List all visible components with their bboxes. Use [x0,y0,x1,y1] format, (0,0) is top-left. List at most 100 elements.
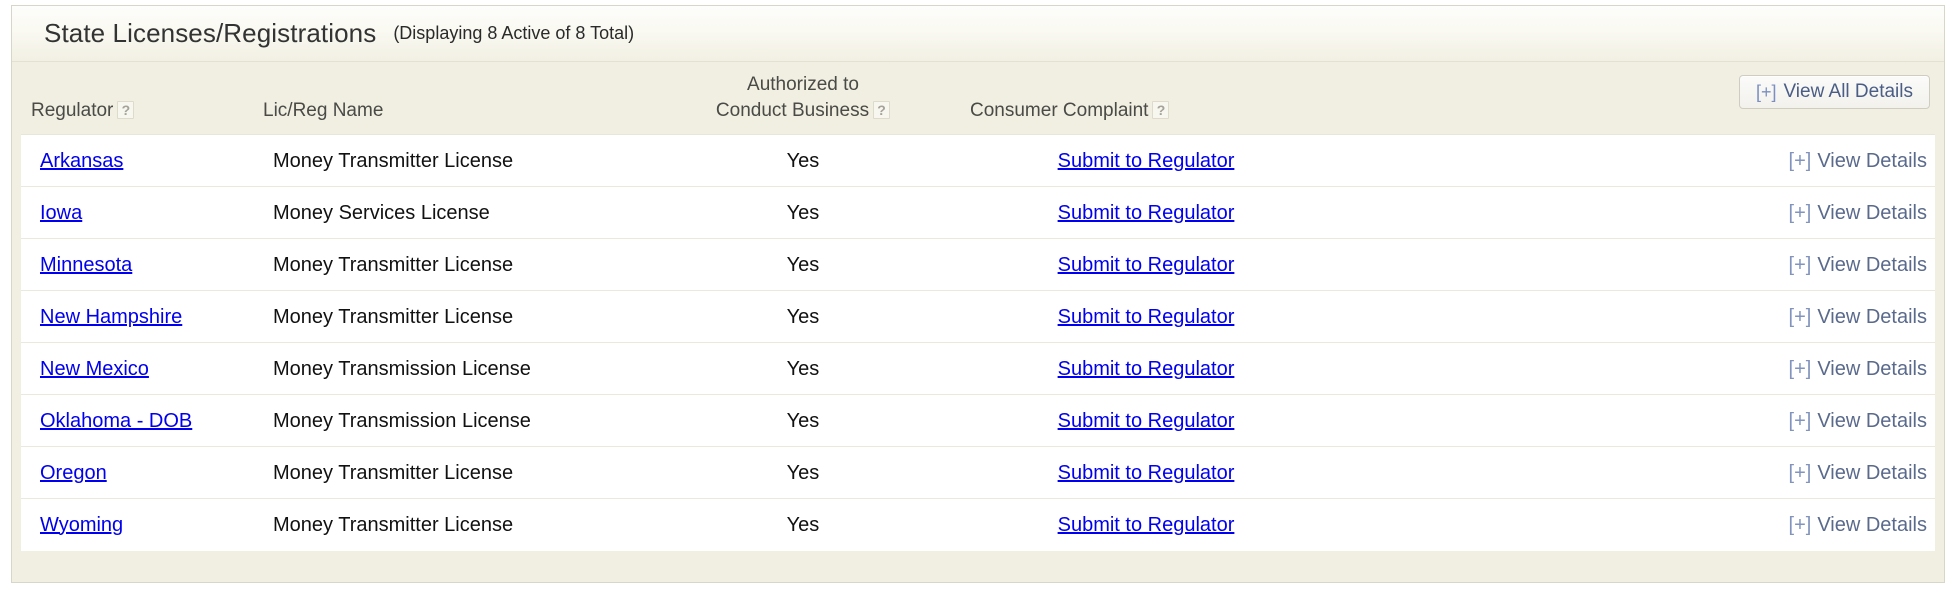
regulator-link[interactable]: Iowa [40,202,82,225]
cell-view-details[interactable]: [+] View Details [1789,447,1927,499]
cell-consumer-complaint: Submit to Regulator [986,239,1306,291]
panel-titlebar: State Licenses/Registrations (Displaying… [12,6,1944,62]
view-all-details-button-label: View All Details [1783,81,1913,102]
cell-authorized: Yes [786,149,820,172]
view-details-link[interactable]: [+] View Details [1789,306,1927,329]
submit-to-regulator-link[interactable]: Submit to Regulator [1058,254,1235,277]
cell-view-details[interactable]: [+] View Details [1789,343,1927,395]
view-details-label: View Details [1817,201,1927,224]
submit-to-regulator-link[interactable]: Submit to Regulator [1058,358,1235,381]
column-header-consumer-complaint: Consumer Complaint? [970,98,1170,124]
table-row: New Mexico Money Transmission License Yes S… [21,343,1935,395]
license-table-body: Arkansas Money Transmitter License Yes Subm… [21,134,1935,551]
regulator-link[interactable]: New Hampshire [40,306,182,329]
submit-to-regulator-link[interactable]: Submit to Regulator [1058,410,1235,433]
column-header-consumer-complaint-label: Consumer Complaint [970,100,1149,121]
view-details-label: View Details [1817,357,1927,380]
view-details-label: View Details [1817,305,1927,328]
submit-to-regulator-link[interactable]: Submit to Regulator [1058,306,1235,329]
view-details-link[interactable]: [+] View Details [1789,514,1927,537]
column-header-authorized-line1: Authorized to [747,74,859,95]
regulator-link[interactable]: Arkansas [40,150,123,173]
view-details-label: View Details [1817,409,1927,432]
cell-authorized: Yes [786,461,820,484]
regulator-link[interactable]: Minnesota [40,254,132,277]
table-row: Oregon Money Transmitter License Yes Submit… [21,447,1935,499]
cell-lic-reg-name: Money Transmitter License [273,305,514,328]
view-details-link[interactable]: [+] View Details [1789,410,1927,433]
table-row: Arkansas Money Transmitter License Yes Subm… [21,135,1935,187]
column-header-authorized-line2-wrap: Conduct Business? [688,98,918,124]
column-header-lic-reg-name: Lic/Reg Name [263,98,383,124]
cell-consumer-complaint: Submit to Regulator [986,291,1306,343]
view-details-label: View Details [1817,461,1927,484]
cell-view-details[interactable]: [+] View Details [1789,499,1927,551]
view-details-label: View Details [1817,253,1927,276]
expand-plus-icon: [+] [1788,305,1812,328]
column-header-lic-reg-name-label: Lic/Reg Name [263,100,384,121]
cell-view-details[interactable]: [+] View Details [1789,395,1927,447]
cell-view-details[interactable]: [+] View Details [1789,291,1927,343]
column-header-authorized-to-conduct-business: Authorized to Conduct Business? [688,72,918,124]
cell-view-details[interactable]: [+] View Details [1789,135,1927,187]
submit-to-regulator-link[interactable]: Submit to Regulator [1058,150,1235,173]
cell-authorized: Yes [786,253,820,276]
cell-regulator: Minnesota [40,239,132,291]
expand-plus-icon: [+] [1788,409,1812,432]
cell-regulator: Wyoming [40,499,123,551]
table-row: Minnesota Money Transmitter License Yes Sub… [21,239,1935,291]
table-row: Wyoming Money Transmitter License Yes Submi… [21,499,1935,551]
page-title: State Licenses/Registrations [44,18,377,48]
cell-authorized: Yes [786,201,820,224]
cell-lic-reg-name: Money Transmission License [273,409,531,432]
cell-regulator: Oregon [40,447,107,499]
view-details-link[interactable]: [+] View Details [1789,150,1927,173]
expand-plus-icon: [+] [1788,357,1812,380]
cell-authorized: Yes [786,513,820,536]
cell-consumer-complaint: Submit to Regulator [986,447,1306,499]
panel-record-count: (Displaying 8 Active of 8 Total) [393,23,635,43]
cell-regulator: New Mexico [40,343,149,395]
view-details-link[interactable]: [+] View Details [1789,254,1927,277]
submit-to-regulator-link[interactable]: Submit to Regulator [1058,514,1235,537]
help-icon-consumer-complaint[interactable]: ? [1152,101,1170,119]
expand-plus-icon: [+] [1755,81,1777,102]
expand-plus-icon: [+] [1788,201,1812,224]
column-header-authorized-line2: Conduct Business [715,100,870,121]
cell-consumer-complaint: Submit to Regulator [986,343,1306,395]
cell-lic-reg-name: Money Transmitter License [273,149,514,172]
help-icon-authorized[interactable]: ? [873,101,891,119]
cell-regulator: New Hampshire [40,291,182,343]
view-details-link[interactable]: [+] View Details [1789,202,1927,225]
cell-lic-reg-name: Money Transmitter License [273,253,514,276]
table-column-headers: Regulator? Lic/Reg Name Authorized to Co… [12,62,1944,134]
cell-consumer-complaint: Submit to Regulator [986,499,1306,551]
view-details-link[interactable]: [+] View Details [1789,462,1927,485]
cell-authorized: Yes [786,409,820,432]
cell-authorized: Yes [786,305,820,328]
expand-plus-icon: [+] [1788,149,1812,172]
regulator-link[interactable]: Oklahoma - DOB [40,410,192,433]
view-details-label: View Details [1817,149,1927,172]
expand-plus-icon: [+] [1788,253,1812,276]
regulator-link[interactable]: Wyoming [40,514,123,537]
view-details-link[interactable]: [+] View Details [1789,358,1927,381]
cell-view-details[interactable]: [+] View Details [1789,187,1927,239]
expand-plus-icon: [+] [1788,513,1812,536]
table-row: New Hampshire Money Transmitter License Ye… [21,291,1935,343]
cell-view-details[interactable]: [+] View Details [1789,239,1927,291]
table-row: Oklahoma - DOB Money Transmission License… [21,395,1935,447]
view-all-details-button[interactable]: [+] View All Details [1738,75,1930,109]
cell-consumer-complaint: Submit to Regulator [986,395,1306,447]
submit-to-regulator-link[interactable]: Submit to Regulator [1058,202,1235,225]
submit-to-regulator-link[interactable]: Submit to Regulator [1058,462,1235,485]
cell-regulator: Oklahoma - DOB [40,395,192,447]
help-icon-regulator[interactable]: ? [117,101,135,119]
regulator-link[interactable]: Oregon [40,462,107,485]
regulator-link[interactable]: New Mexico [40,358,149,381]
cell-lic-reg-name: Money Transmitter License [273,513,514,536]
cell-consumer-complaint: Submit to Regulator [986,135,1306,187]
cell-authorized: Yes [786,357,820,380]
cell-lic-reg-name: Money Transmitter License [273,461,514,484]
cell-regulator: Iowa [40,187,82,239]
